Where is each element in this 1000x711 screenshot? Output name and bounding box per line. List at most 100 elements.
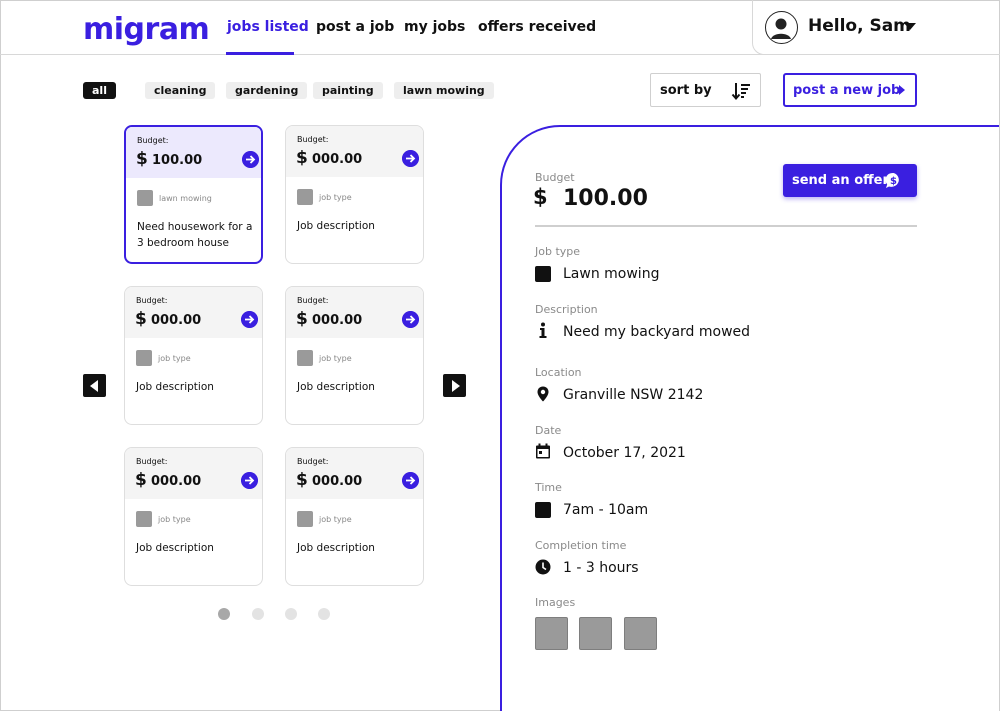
detail-completion-label: Completion time	[535, 539, 627, 552]
next-page-arrow-icon[interactable]	[443, 374, 466, 397]
pagination-dot-2[interactable]	[252, 608, 264, 620]
dollar-icon: $	[296, 470, 308, 490]
detail-location-label: Location	[535, 366, 582, 379]
card-job-type: lawn mowing	[159, 194, 212, 203]
nav-jobs-listed[interactable]: jobs listed	[227, 19, 309, 35]
card-description: Job description	[297, 542, 375, 554]
detail-description-label: Description	[535, 303, 598, 316]
job-type-icon	[297, 350, 313, 366]
job-image-thumbnail[interactable]	[535, 617, 568, 650]
time-icon	[535, 502, 551, 518]
send-offer-button[interactable]: send an offer $	[783, 164, 917, 197]
job-card[interactable]: Budget: $ 000.00 job type Job descriptio…	[285, 286, 424, 425]
card-job-type: job type	[319, 515, 352, 524]
job-type-icon	[297, 511, 313, 527]
detail-images-label: Images	[535, 596, 576, 609]
job-image-thumbnail[interactable]	[624, 617, 657, 650]
card-budget-label: Budget:	[136, 296, 168, 305]
post-new-job-button[interactable]: post a new job	[783, 73, 917, 107]
card-budget-label: Budget:	[136, 457, 168, 466]
sort-by-label: sort by	[660, 83, 712, 98]
arrow-right-circle-icon[interactable]	[242, 151, 259, 168]
card-budget-amount: 000.00	[312, 152, 363, 167]
job-type-icon	[136, 350, 152, 366]
detail-budget-label: Budget	[535, 171, 575, 184]
card-budget-amount: 100.00	[152, 153, 203, 168]
detail-location-value: Granville NSW 2142	[563, 387, 704, 403]
dollar-icon: $	[533, 185, 548, 209]
job-type-icon	[297, 189, 313, 205]
detail-job-type-label: Job type	[535, 245, 581, 258]
detail-budget-amount: 100.00	[563, 186, 648, 211]
card-budget-label: Budget:	[297, 135, 329, 144]
dollar-icon: $	[135, 470, 147, 490]
detail-date-value: October 17, 2021	[563, 445, 686, 461]
previous-page-arrow-icon[interactable]	[83, 374, 106, 397]
card-budget-label: Budget:	[137, 136, 169, 145]
detail-job-type-value: Lawn mowing	[563, 266, 660, 282]
nav-post-a-job[interactable]: post a job	[316, 19, 394, 35]
job-type-icon	[535, 266, 551, 282]
sort-descending-icon	[731, 83, 750, 101]
card-job-type: job type	[319, 354, 352, 363]
clock-icon	[535, 559, 551, 575]
filter-chip-lawn-mowing[interactable]: lawn mowing	[394, 82, 494, 99]
filter-chip-gardening[interactable]: gardening	[226, 82, 308, 99]
card-budget-amount: 000.00	[151, 313, 202, 328]
detail-completion-value: 1 - 3 hours	[563, 560, 639, 576]
user-menu[interactable]: Hello, Sam	[752, 0, 1000, 55]
pagination-dot-4[interactable]	[318, 608, 330, 620]
info-icon	[539, 322, 547, 338]
dollar-icon: $	[296, 309, 308, 329]
arrow-right-circle-icon[interactable]	[402, 311, 419, 328]
pagination-dot-3[interactable]	[285, 608, 297, 620]
card-job-type: job type	[158, 354, 191, 363]
job-image-thumbnail[interactable]	[579, 617, 612, 650]
arrow-right-circle-icon[interactable]	[241, 311, 258, 328]
arrow-right-circle-icon[interactable]	[402, 150, 419, 167]
chevron-right-icon	[899, 85, 905, 95]
card-budget-amount: 000.00	[312, 474, 363, 489]
detail-description-value: Need my backyard mowed	[563, 324, 751, 340]
card-description: Job description	[297, 220, 375, 232]
card-description: Job description	[136, 381, 214, 393]
job-card[interactable]: Budget: $ 000.00 job type Job descriptio…	[124, 447, 263, 586]
job-detail-panel	[500, 125, 999, 711]
sort-by-button[interactable]: sort by	[650, 73, 761, 107]
card-budget-label: Budget:	[297, 457, 329, 466]
job-card[interactable]: Budget: $ 100.00 lawn mowing Need housew…	[124, 125, 263, 264]
chevron-down-icon[interactable]	[904, 23, 916, 30]
card-budget-label: Budget:	[297, 296, 329, 305]
arrow-right-circle-icon[interactable]	[241, 472, 258, 489]
location-pin-icon	[537, 386, 549, 402]
job-card[interactable]: Budget: $ 000.00 job type Job descriptio…	[285, 125, 424, 264]
pagination-dot-1[interactable]	[218, 608, 230, 620]
calendar-icon	[536, 443, 550, 459]
user-avatar-icon	[765, 11, 798, 44]
job-card[interactable]: Budget: $ 000.00 job type Job descriptio…	[285, 447, 424, 586]
filter-chip-painting[interactable]: painting	[313, 82, 383, 99]
dollar-icon: $	[136, 149, 148, 169]
job-type-icon	[137, 190, 153, 206]
card-description: Need housework for a 3 bedroom house	[137, 221, 253, 249]
dollar-icon: $	[135, 309, 147, 329]
nav-active-indicator	[226, 52, 294, 55]
post-new-job-label: post a new job	[793, 83, 901, 98]
nav-offers-received[interactable]: offers received	[478, 19, 596, 35]
card-description: Job description	[297, 381, 375, 393]
detail-divider	[535, 225, 917, 227]
job-card[interactable]: Budget: $ 000.00 job type Job descriptio…	[124, 286, 263, 425]
filter-chip-all[interactable]: all	[83, 82, 116, 99]
detail-date-label: Date	[535, 424, 562, 437]
card-budget-amount: 000.00	[312, 313, 363, 328]
card-description: Job description	[136, 542, 214, 554]
nav-my-jobs[interactable]: my jobs	[404, 19, 465, 35]
card-budget-amount: 000.00	[151, 474, 202, 489]
migram-logo[interactable]: migram	[83, 12, 210, 47]
user-greeting: Hello, Sam	[808, 16, 911, 36]
job-type-icon	[136, 511, 152, 527]
arrow-right-circle-icon[interactable]	[402, 472, 419, 489]
filter-chip-cleaning[interactable]: cleaning	[145, 82, 216, 99]
card-job-type: job type	[319, 193, 352, 202]
dollar-icon: $	[296, 148, 308, 168]
